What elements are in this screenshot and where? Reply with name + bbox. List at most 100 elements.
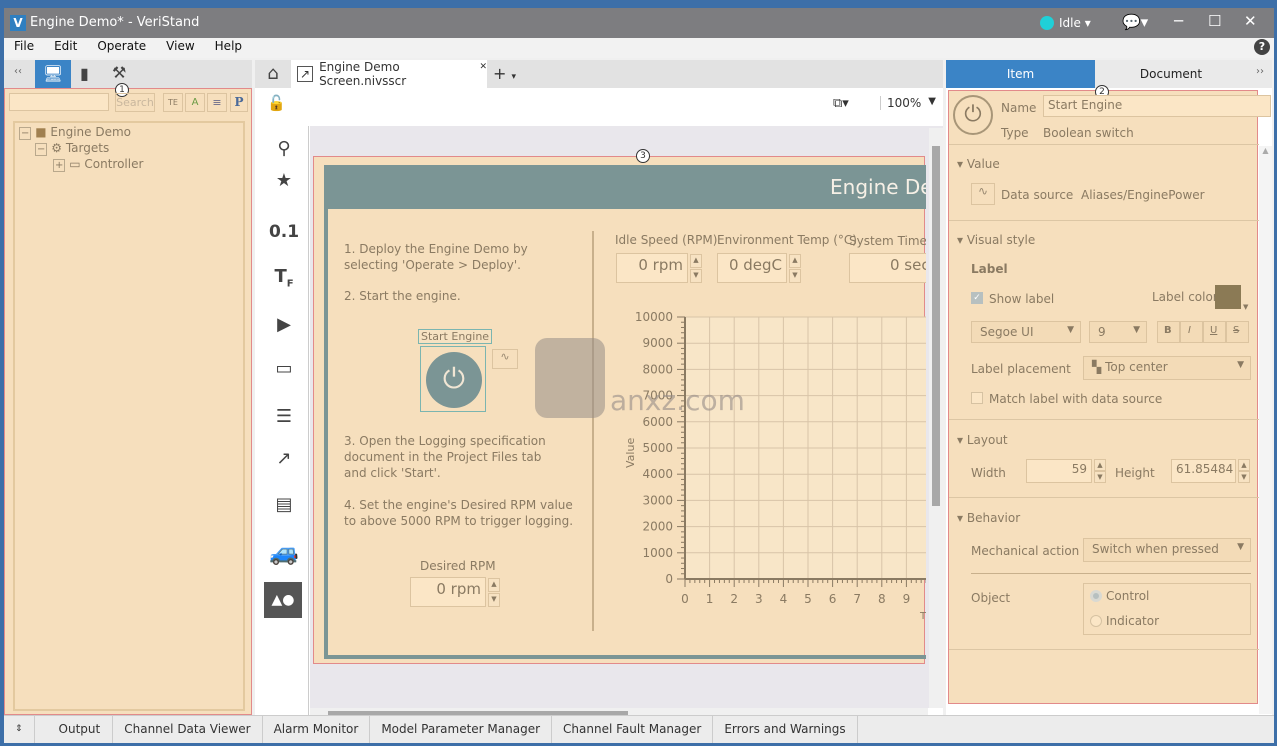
- shapes-icon[interactable]: ▲●: [264, 582, 302, 618]
- width-down[interactable]: ▼: [1094, 471, 1106, 483]
- panel-icon[interactable]: ▤: [259, 494, 309, 515]
- match-label-checkbox[interactable]: [971, 392, 983, 404]
- minimize-button[interactable]: ─: [1174, 12, 1183, 30]
- tab-document[interactable]: Document: [1096, 60, 1246, 88]
- behavior-section-toggle[interactable]: ▾ Behavior: [957, 511, 1020, 525]
- show-label-checkbox[interactable]: ✓: [971, 292, 983, 304]
- idle-speed-up[interactable]: ▲: [690, 254, 702, 268]
- tab-project-files[interactable]: ▮: [80, 64, 89, 83]
- tab-model-parameter-manager[interactable]: Model Parameter Manager: [370, 716, 553, 743]
- italic-button[interactable]: I: [1180, 321, 1203, 343]
- idle-speed-input[interactable]: 0 rpm: [616, 253, 688, 283]
- height-up[interactable]: ▲: [1238, 459, 1250, 471]
- data-source-icon[interactable]: ∿: [971, 183, 995, 205]
- tab-system-explorer[interactable]: 🖥: [35, 60, 71, 88]
- idle-speed-down[interactable]: ▼: [690, 269, 702, 283]
- menu-edit[interactable]: Edit: [44, 38, 87, 58]
- x-tick-label: 5: [804, 592, 812, 606]
- menu-view[interactable]: View: [156, 38, 204, 58]
- zoom-dropdown[interactable]: 100% ▼: [880, 96, 940, 110]
- vertical-scrollbar[interactable]: [929, 128, 943, 708]
- list-icon[interactable]: ☰: [259, 406, 309, 427]
- tab-tools[interactable]: ⚒: [112, 63, 126, 82]
- dropdown-icon[interactable]: ▭: [259, 358, 309, 379]
- width-input[interactable]: 59: [1026, 459, 1092, 483]
- label-placement-dropdown[interactable]: ▚ Top center ▼: [1083, 356, 1251, 380]
- visual-style-section-toggle[interactable]: ▾ Visual style: [957, 233, 1035, 247]
- close-tab-icon[interactable]: ✕: [479, 62, 487, 72]
- tab-output[interactable]: Output: [35, 716, 114, 743]
- tab-channel-data-viewer[interactable]: Channel Data Viewer: [113, 716, 263, 743]
- radio-control-label: Control: [1106, 589, 1150, 603]
- underline-button[interactable]: U: [1203, 321, 1226, 343]
- desired-rpm-input[interactable]: 0 rpm: [410, 577, 486, 607]
- search-button[interactable]: Search: [115, 93, 155, 112]
- label-color-dropdown-icon[interactable]: ▼: [1243, 303, 1248, 311]
- tree-item-targets[interactable]: − ⚙ Targets: [35, 141, 109, 156]
- tab-alarm-monitor[interactable]: Alarm Monitor: [263, 716, 371, 743]
- env-temp-up[interactable]: ▲: [789, 254, 801, 268]
- expand-toggle[interactable]: +: [53, 159, 66, 172]
- height-down[interactable]: ▼: [1238, 471, 1250, 483]
- name-input[interactable]: Start Engine: [1043, 95, 1271, 117]
- start-engine-switch[interactable]: ⏻: [420, 346, 486, 412]
- home-tab[interactable]: ⌂: [257, 60, 289, 88]
- star-icon[interactable]: ★: [259, 170, 309, 191]
- graph-icon[interactable]: ↗: [259, 448, 309, 469]
- divider: [949, 220, 1259, 221]
- bold-button[interactable]: B: [1157, 321, 1180, 343]
- width-up[interactable]: ▲: [1094, 459, 1106, 471]
- arrange-icon[interactable]: ⧉▾: [833, 96, 849, 111]
- desired-rpm-up[interactable]: ▲: [488, 578, 500, 592]
- tree-item-engine-demo[interactable]: − ■ Engine Demo: [19, 125, 131, 140]
- search-input[interactable]: [9, 93, 109, 111]
- mechanical-action-dropdown[interactable]: Switch when pressed ▼: [1083, 538, 1251, 562]
- chat-icon[interactable]: 💬▾: [1122, 13, 1148, 31]
- tree-item-controller[interactable]: + ▭ Controller: [53, 157, 143, 172]
- tab-item[interactable]: Item: [946, 60, 1095, 88]
- expand-icon[interactable]: ››: [1256, 66, 1264, 77]
- desired-rpm-down[interactable]: ▼: [488, 593, 500, 607]
- label-color-swatch[interactable]: [1215, 285, 1241, 309]
- collapse-icon[interactable]: ‹‹: [14, 66, 22, 77]
- font-size-dropdown[interactable]: 9 ▼: [1089, 321, 1147, 343]
- collapse-toggle[interactable]: −: [35, 143, 48, 156]
- y-axis-label: Value: [624, 438, 637, 468]
- layout-section-toggle[interactable]: ▾ Layout: [957, 433, 1008, 447]
- tab-channel-fault-manager[interactable]: Channel Fault Manager: [552, 716, 714, 743]
- aliases-button[interactable]: A: [185, 93, 205, 112]
- menu-help[interactable]: Help: [205, 38, 252, 58]
- help-icon[interactable]: ?: [1254, 39, 1270, 55]
- font-dropdown[interactable]: Segoe UI ▼: [971, 321, 1081, 343]
- tab-engine-demo-screen[interactable]: ↗ Engine Demo Screen.nivsscr ✕: [291, 60, 487, 88]
- status-dropdown[interactable]: Idle ▾: [1059, 16, 1091, 30]
- close-button[interactable]: ✕: [1244, 12, 1257, 30]
- data-source-icon[interactable]: ∿: [492, 349, 518, 369]
- height-input[interactable]: 61.85484: [1171, 459, 1236, 483]
- properties-button[interactable]: P: [230, 93, 248, 112]
- text-format-icon[interactable]: TF: [259, 266, 309, 290]
- maximize-button[interactable]: ☐: [1208, 12, 1221, 30]
- new-tab-button[interactable]: + ▾: [493, 64, 516, 83]
- power-icon: ⏻: [953, 95, 993, 135]
- bottom-panel-toggle[interactable]: ⇕: [4, 716, 35, 743]
- collapse-toggle[interactable]: −: [19, 127, 32, 140]
- env-temp-down[interactable]: ▼: [789, 269, 801, 283]
- strikethrough-button[interactable]: S: [1226, 321, 1249, 343]
- numeric-icon[interactable]: 0.1: [259, 222, 309, 242]
- properties-scrollbar[interactable]: ▲: [1259, 146, 1272, 714]
- menu-operate[interactable]: Operate: [87, 38, 156, 58]
- list-button[interactable]: ≡: [207, 93, 227, 112]
- play-icon[interactable]: ▶: [259, 314, 309, 335]
- unlock-icon[interactable]: 🔓: [267, 94, 286, 112]
- value-section-toggle[interactable]: ▾ Value: [957, 157, 1000, 171]
- tab-errors-and-warnings[interactable]: Errors and Warnings: [713, 716, 858, 743]
- env-temp-input[interactable]: 0 degC: [717, 253, 787, 283]
- sys-time-value: 0 sec: [849, 253, 926, 283]
- tree-view-button[interactable]: TE: [163, 93, 183, 112]
- search-icon[interactable]: ⚲: [259, 138, 309, 159]
- radio-control[interactable]: [1090, 590, 1102, 602]
- menu-file[interactable]: File: [4, 38, 44, 58]
- jeep-icon[interactable]: 🚙: [259, 538, 309, 566]
- radio-indicator[interactable]: [1090, 615, 1102, 627]
